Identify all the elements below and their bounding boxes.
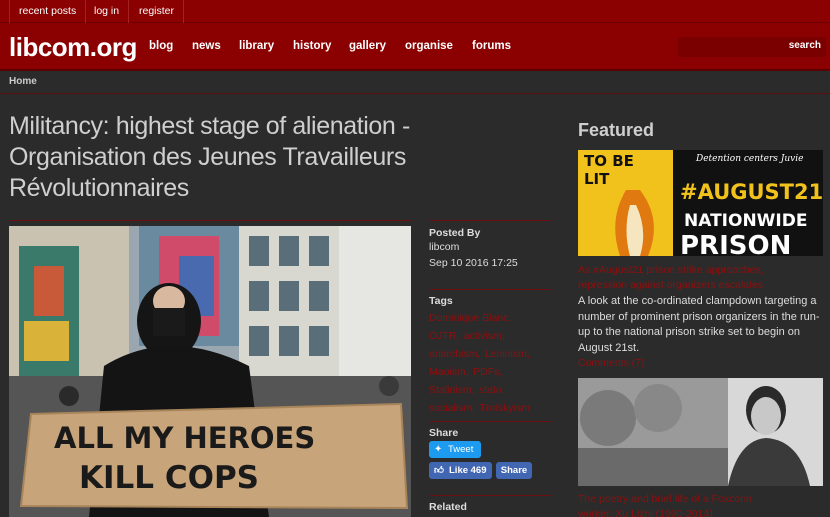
recent-posts-link[interactable]: recent posts [9,0,87,23]
tweet-label: Tweet [448,444,474,455]
portrait-photo [578,378,823,486]
nav-history[interactable]: history [293,40,331,52]
top-utility-bar: recent posts log in register [0,0,830,23]
search-button[interactable]: search [789,40,821,51]
featured-item-1-link-line-1: As #August21 prison strike approaches, [578,264,764,276]
page-title-line-1: Militancy: highest stage of alienation - [9,112,410,140]
poster-text-3: PRISON [680,231,791,256]
article-photo: ALL MY HEROES KILL COPS [9,226,411,517]
protest-photo-illustration: ALL MY HEROES KILL COPS [9,226,411,517]
nav-forums[interactable]: forums [472,40,511,52]
poster-text-left-2: LIT [584,170,610,188]
tag-link[interactable]: Dominique Blanc, [429,312,511,324]
log-in-link[interactable]: log in [85,0,130,23]
featured-item-2-link-line-1: The poetry and brief life of a Foxconn [578,493,752,505]
post-date: Sep 10 2016 17:25 [429,257,518,269]
column-divider [561,112,562,517]
prison-strike-poster: TO BE LIT Detention centers Juvie #AUGUS… [578,150,823,256]
tag-link[interactable]: Maoism, [429,366,469,378]
meta-divider [429,220,551,221]
tag-link[interactable]: Stalinism, [429,384,475,396]
breadcrumb: Home [0,72,830,94]
facebook-share-button[interactable]: Share [496,462,532,479]
twitter-bird-icon: ✦ [434,444,443,455]
nav-gallery[interactable]: gallery [349,40,386,52]
nav-news[interactable]: news [192,40,221,52]
poster-text-1: #AUGUST21 [680,180,823,204]
related-section: Related [429,501,551,513]
nav-blog[interactable]: blog [149,40,173,52]
like-label: Like 469 [449,465,487,476]
thumbs-up-icon: 👍︎ [434,465,444,476]
site-header: libcom.org blog news library history gal… [0,23,830,71]
tag-link[interactable]: socialism, [429,402,475,414]
site-logo[interactable]: libcom.org [9,32,137,63]
tweet-button[interactable]: ✦ Tweet [429,441,481,458]
featured-image-prison-strike[interactable]: TO BE LIT Detention centers Juvie #AUGUS… [578,150,823,256]
featured-item-1-link[interactable]: As #August21 prison strike approaches, r… [578,263,828,293]
nav-library[interactable]: library [239,40,274,52]
posted-by-heading: Posted By [429,227,481,239]
page-title-line-2: Organisation des Jeunes Travailleurs [9,143,406,171]
featured-item-1-link-line-2: repression against organizers escalates [578,279,764,291]
nav-organise[interactable]: organise [405,40,453,52]
tag-link[interactable]: activism, [464,330,505,342]
breadcrumb-home[interactable]: Home [9,76,37,87]
share-heading: Share [429,427,459,439]
tag-link[interactable]: Trotskyism [480,402,530,414]
tag-link[interactable]: Leninism, [485,348,530,360]
meta-divider [429,289,551,290]
tags-section: Tags Dominique Blanc, OJTR, activism, an… [429,295,551,416]
author-name[interactable]: libcom [429,239,551,255]
featured-image-foxconn-worker[interactable] [578,378,823,486]
share-section: Share [429,427,551,439]
meta-divider [429,495,551,496]
page-title: Militancy: highest stage of alienation -… [9,111,429,204]
facebook-like-button[interactable]: 👍︎ Like 469 [429,462,492,479]
poster-text-left-1: TO BE [584,152,634,170]
featured-item-2-link[interactable]: The poetry and brief life of a Foxconn w… [578,492,828,517]
sign-text-line-1: ALL MY HEROES [54,421,315,455]
posted-by-section: Posted By libcom Sep 10 2016 17:25 [429,227,551,271]
page-title-line-3: Révolutionnaires [9,174,189,202]
poster-text-top: Detention centers Juvie [695,154,803,164]
featured-item-2-link-line-2: worker: Xu Lizhi (1990-2014) [578,508,713,517]
poster-text-2: NATIONWIDE [684,211,807,231]
tag-link[interactable]: OJTR, [429,330,459,342]
search-input[interactable]: search [678,37,826,57]
tag-link[interactable]: stato [479,384,502,396]
tags-heading: Tags [429,295,453,307]
tag-link[interactable]: PDFs, [473,366,502,378]
featured-item-1-comments-link[interactable]: Comments (7) [578,356,828,371]
meta-divider [429,421,551,422]
featured-heading: Featured [578,120,655,140]
featured-item-1-summary: A look at the co-ordinated clampdown tar… [578,295,820,354]
sign-text-line-2: KILL COPS [79,460,259,496]
tag-link[interactable]: anarchism, [429,348,480,360]
title-divider [9,220,411,221]
related-heading: Related [429,501,467,513]
register-link[interactable]: register [130,0,185,23]
